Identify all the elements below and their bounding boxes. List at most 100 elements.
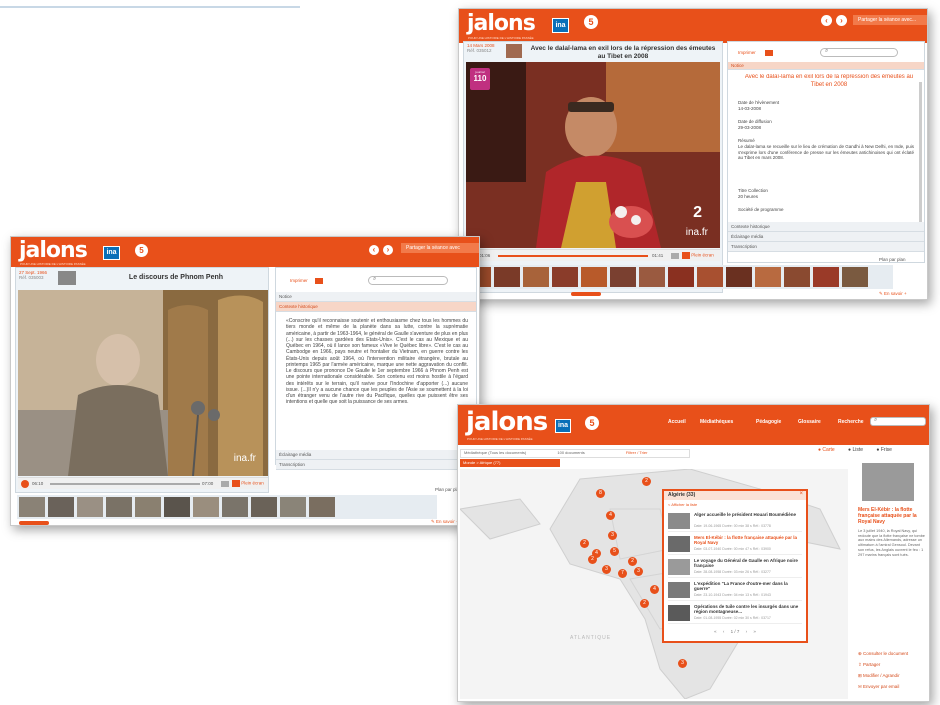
volume-icon[interactable] [671,253,679,259]
thumb[interactable] [523,267,549,287]
tab-liste[interactable]: ● Liste [848,447,863,453]
list-item[interactable]: Mers El-Kébir : la flotte française atta… [668,533,802,555]
thumb[interactable] [222,497,248,517]
thumb[interactable] [813,267,839,287]
plan-tab[interactable]: Plan par plan [879,257,906,262]
fullscreen-button[interactable]: Plein écran [682,252,714,260]
logo[interactable]: jalons [466,407,548,437]
thumb[interactable] [193,497,219,517]
pager-prev-icon[interactable]: ‹ [723,629,725,634]
ina-logo[interactable]: ina [552,18,569,33]
thumb[interactable] [280,497,306,517]
thumb[interactable] [784,267,810,287]
progress-bar[interactable] [498,255,648,257]
strip-scroll[interactable] [19,521,49,525]
thumb[interactable] [309,497,335,517]
list-item[interactable]: Le voyage du Général de Gaulle en Afriqu… [668,556,802,578]
crumb-filter[interactable]: Filtrer / Trier [626,450,648,455]
more-link[interactable]: ✎ En savoir + [879,291,907,297]
france5-logo[interactable]: 5 [135,244,148,257]
france5-logo[interactable]: 5 [584,15,598,29]
thumb[interactable] [668,267,694,287]
logo[interactable]: jalons [19,238,88,263]
back-button[interactable]: ‹ [821,15,832,26]
forward-button[interactable]: › [836,15,847,26]
thumb[interactable] [755,267,781,287]
thumb[interactable] [77,497,103,517]
strip-scroll[interactable] [571,292,601,296]
tab-transcript[interactable]: Transcription [276,460,476,470]
thumb[interactable] [726,267,752,287]
thumbnail-strip[interactable] [463,265,893,289]
map-pin[interactable]: 2 [588,555,597,564]
print-button[interactable]: Imprimer [738,50,774,56]
list-item[interactable]: Opérations de tuile contre les insurgés … [668,602,802,624]
menu-recherche[interactable]: Recherche [838,419,864,425]
map-pin[interactable]: 4 [650,585,659,594]
map-pin[interactable]: 2 [640,599,649,608]
thumb[interactable] [842,267,868,287]
thumb[interactable] [135,497,161,517]
pager-next-icon[interactable]: › [746,629,748,634]
map-pin[interactable]: 8 [596,489,605,498]
map-pin[interactable]: 2 [628,557,637,566]
thumb[interactable] [164,497,190,517]
thumb[interactable] [48,497,74,517]
notice-scrollbar[interactable] [919,82,922,222]
side-link[interactable]: ⊞ Modifier / Agrandir [858,673,900,679]
fullscreen-button[interactable]: Plein écran [232,480,264,487]
map-pin[interactable]: 3 [634,567,643,576]
tab-carte[interactable]: ● Carte [818,447,835,453]
map-pin[interactable]: 5 [610,547,619,556]
tab-frise[interactable]: ● Frise [876,447,892,453]
map-pin[interactable]: 3 [608,531,617,540]
ina-logo[interactable]: ina [555,419,571,433]
side-link[interactable]: ✉ Envoyer par email [858,684,899,690]
france5-logo[interactable]: 5 [585,416,599,430]
thumb[interactable] [697,267,723,287]
play-icon[interactable] [21,480,29,488]
close-icon[interactable]: × [799,491,803,497]
tab-context[interactable]: Contexte historique [276,302,476,312]
map-pin[interactable]: 2 [580,539,589,548]
more-link[interactable]: ✎ En savoir + [431,519,459,525]
map-pin[interactable]: 4 [606,511,615,520]
tab-media[interactable]: Éclairage média [276,450,476,460]
list-item[interactable]: L'expédition "La France d'outre-mer dans… [668,579,802,601]
search-input[interactable]: ⌕ [820,48,898,57]
side-link[interactable]: ⊕ Consulter le document [858,651,908,657]
pager-last-icon[interactable]: » [753,629,756,634]
thumb[interactable] [581,267,607,287]
menu-accueil[interactable]: Accueil [668,419,686,425]
back-button[interactable]: ‹ [369,245,379,255]
map-pin[interactable]: 2 [642,477,651,486]
volume-icon[interactable] [221,481,229,487]
search-input[interactable]: ⌕ [368,276,448,285]
video-player[interactable]: ina.fr [18,290,268,476]
tab-transcript[interactable]: Transcription [728,242,924,252]
thumb[interactable] [639,267,665,287]
crumb-root[interactable]: Médiathèque (Tous les documents) [464,450,526,455]
thumb[interactable] [251,497,277,517]
tab-media[interactable]: Éclairage média [728,232,924,242]
thumb[interactable] [19,497,45,517]
thumb[interactable] [610,267,636,287]
map-pin[interactable]: 3 [602,565,611,574]
logo[interactable]: jalons [467,11,536,36]
forward-button[interactable]: › [383,245,393,255]
map-pin[interactable]: 7 [618,569,627,578]
share-link[interactable]: Partager la séance avec... [853,15,927,25]
print-button[interactable]: Imprimer [290,278,324,284]
popup-sublink[interactable]: < Afficher la liste [668,502,697,507]
subcrumb[interactable]: Monde > Afrique (77) [460,459,560,467]
thumb[interactable] [552,267,578,287]
pager-first-icon[interactable]: « [714,629,717,634]
thumb[interactable] [494,267,520,287]
thumbnail-strip[interactable] [17,495,437,519]
video-player[interactable]: journal 110 2 ina.fr [466,62,720,248]
list-item[interactable]: Alger accueille le président Houari Boum… [668,510,802,532]
menu-mediatheques[interactable]: Médiathèques [700,419,733,425]
ina-logo[interactable]: ina [103,246,120,260]
tab-notice[interactable]: Notice [728,62,924,70]
search-input[interactable]: ⌕ [870,417,926,426]
